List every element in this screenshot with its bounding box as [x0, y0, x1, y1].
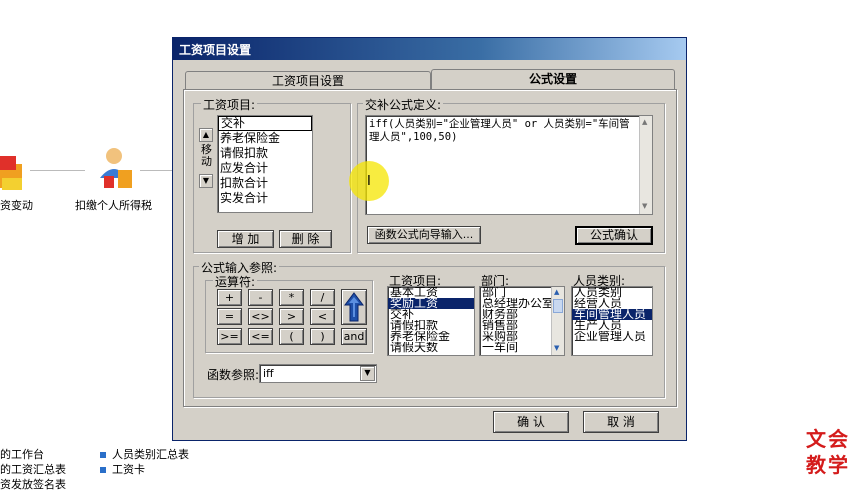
salary-items-list[interactable]: 交补 养老保险金 请假扣款 应发合计 扣款合计 实发合计: [217, 115, 313, 213]
operator-divide-button[interactable]: /: [310, 289, 335, 306]
report-icon: [100, 452, 106, 458]
operator-multiply-button[interactable]: *: [279, 289, 304, 306]
workflow-area: 资变动 扣缴个人所得税: [0, 140, 172, 220]
move-label: 移动: [201, 143, 212, 168]
formula-wizard-button[interactable]: 函数公式向导输入...: [367, 226, 481, 244]
salary-change-icon[interactable]: [0, 150, 28, 194]
formula-confirm-button[interactable]: 公式确认: [575, 226, 653, 245]
list-item[interactable]: 养老保险金: [388, 331, 474, 342]
list-item[interactable]: 请假天数: [388, 342, 474, 353]
operator-close-paren-button[interactable]: ): [310, 328, 335, 345]
list-item[interactable]: 请假扣款: [218, 146, 312, 161]
scroll-thumb[interactable]: [553, 299, 563, 313]
departments-scrollbar[interactable]: ▲ ▼: [551, 287, 564, 355]
list-item[interactable]: 养老保险金: [218, 131, 312, 146]
formula-definition-label: 交补公式定义:: [363, 96, 444, 113]
tab-salary-items[interactable]: 工资项目设置: [185, 71, 431, 90]
operator-plus-button[interactable]: +: [217, 289, 242, 306]
arrow-up-icon[interactable]: ▲: [199, 128, 213, 142]
function-combobox[interactable]: iff ▼: [259, 364, 377, 383]
scroll-up-icon[interactable]: ▲: [642, 118, 647, 126]
dialog-title: 工资项目设置: [179, 43, 252, 57]
operator-open-paren-button[interactable]: (: [279, 328, 304, 345]
salary-items-label: 工资项目:: [201, 96, 258, 113]
operator-greater-equal-button[interactable]: >=: [217, 328, 242, 345]
report-icon: [100, 467, 106, 473]
list-item[interactable]: 交补: [388, 309, 474, 320]
ref-salary-items-list[interactable]: 基本工资 奖励工资 交补 请假扣款 养老保险金 请假天数: [387, 286, 475, 356]
person-tax-icon[interactable]: [96, 146, 136, 192]
add-button[interactable]: 增 加: [217, 230, 274, 248]
bottom-link[interactable]: 的工作台: [0, 446, 44, 462]
cancel-button[interactable]: 取 消: [583, 411, 659, 433]
categories-list[interactable]: 人员类别 经营人员 车间管理人员 生产人员 企业管理人员: [571, 286, 653, 356]
formula-textarea[interactable]: iff(人员类别="企业管理人员" or 人员类别="车间管理人员",100,5…: [365, 115, 653, 215]
operator-not-equal-button[interactable]: <>: [248, 308, 273, 325]
big-up-arrow-icon: [344, 292, 364, 322]
list-item[interactable]: 请假扣款: [388, 320, 474, 331]
combo-arrow-icon[interactable]: ▼: [360, 366, 375, 381]
operator-minus-button[interactable]: -: [248, 289, 273, 306]
list-item[interactable]: 生产人员: [572, 320, 652, 331]
scroll-down-icon[interactable]: ▼: [642, 202, 647, 210]
text-cursor-icon: I: [367, 174, 371, 189]
list-item[interactable]: 应发合计: [218, 161, 312, 176]
bottom-link[interactable]: 的工资汇总表: [0, 461, 66, 477]
list-item[interactable]: 扣款合计: [218, 176, 312, 191]
bottom-link[interactable]: 资发放签名表: [0, 476, 66, 492]
operator-greater-button[interactable]: >: [279, 308, 304, 325]
operator-less-button[interactable]: <: [310, 308, 335, 325]
insert-operator-button[interactable]: [341, 289, 367, 325]
workflow-label[interactable]: 扣缴个人所得税: [75, 197, 152, 213]
bottom-link-area: 的工作台 的工资汇总表 资发放签名表 人员类别汇总表 工资卡: [0, 442, 300, 491]
list-item[interactable]: 经营人员: [572, 298, 652, 309]
operator-equal-button[interactable]: =: [217, 308, 242, 325]
ok-button[interactable]: 确 认: [493, 411, 569, 433]
operator-less-equal-button[interactable]: <=: [248, 328, 273, 345]
bottom-link[interactable]: 人员类别汇总表: [100, 446, 189, 462]
workflow-connector: [140, 170, 172, 171]
function-reference-label: 函数参照:: [207, 368, 260, 382]
list-item[interactable]: 企业管理人员: [572, 331, 652, 342]
scroll-down-icon[interactable]: ▼: [554, 344, 559, 352]
salary-item-settings-dialog: 工资项目设置 工资项目设置 公式设置 工资项目: ▲ 移动 ▼ 交补 养老保险金…: [172, 37, 687, 441]
workflow-connector: [30, 170, 85, 171]
list-item[interactable]: 实发合计: [218, 191, 312, 206]
list-item[interactable]: 基本工资: [388, 287, 474, 298]
workflow-label[interactable]: 资变动: [0, 197, 33, 213]
brand-watermark: 文会 教学: [806, 427, 850, 477]
dialog-titlebar[interactable]: 工资项目设置: [173, 38, 686, 60]
arrow-down-icon[interactable]: ▼: [199, 174, 213, 188]
formula-scrollbar[interactable]: ▲ ▼: [639, 116, 652, 214]
list-item[interactable]: 车间管理人员: [572, 309, 652, 320]
list-item[interactable]: 交补: [218, 116, 312, 131]
list-item[interactable]: 奖励工资: [388, 298, 474, 309]
delete-button[interactable]: 删 除: [279, 230, 332, 248]
tab-formula-settings[interactable]: 公式设置: [431, 69, 675, 89]
bottom-link[interactable]: 工资卡: [100, 461, 145, 477]
operators-label: 运算符:: [213, 273, 258, 290]
list-item[interactable]: 人员类别: [572, 287, 652, 298]
scroll-up-icon[interactable]: ▲: [554, 288, 559, 296]
operator-and-button[interactable]: and: [341, 328, 367, 345]
